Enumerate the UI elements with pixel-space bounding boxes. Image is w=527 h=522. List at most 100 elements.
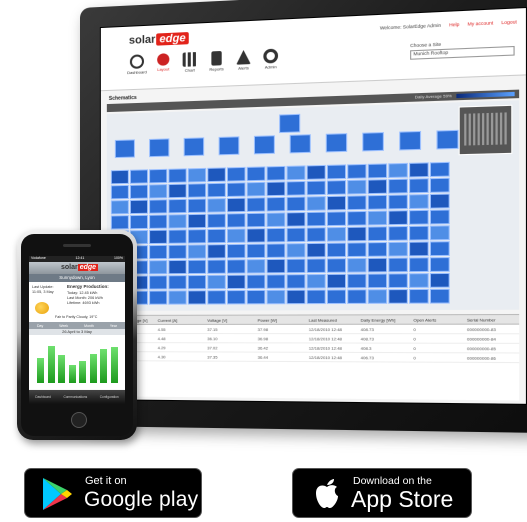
solar-panel-cell[interactable] xyxy=(246,197,266,213)
solar-panel-cell[interactable] xyxy=(246,166,266,182)
solar-panel-cell[interactable] xyxy=(187,198,207,214)
solar-panel-cell[interactable] xyxy=(149,214,168,229)
inverter[interactable] xyxy=(149,138,170,158)
solar-panel-cell[interactable] xyxy=(326,242,347,258)
inverter[interactable] xyxy=(399,130,422,151)
solar-panel-cell[interactable] xyxy=(149,184,168,199)
solar-panel-cell[interactable] xyxy=(286,227,306,243)
table-row[interactable]: 37.354.3037.3536.4412/18/2010 12:48406.7… xyxy=(106,352,520,364)
solar-panel-cell[interactable] xyxy=(367,210,388,226)
solar-panel-cell[interactable] xyxy=(409,241,429,257)
solar-panel-cell[interactable] xyxy=(246,259,266,274)
solar-panel-cell[interactable] xyxy=(149,290,168,305)
solar-panel-cell[interactable] xyxy=(429,209,450,225)
solar-panel-cell[interactable] xyxy=(347,195,367,211)
solar-panel-cell[interactable] xyxy=(409,273,429,288)
solar-panel-cell[interactable] xyxy=(168,214,187,229)
solar-panel-cell[interactable] xyxy=(266,258,286,274)
roof-thumbnail[interactable] xyxy=(458,104,513,156)
solar-panel-cell[interactable] xyxy=(226,228,246,244)
solar-panel-cell[interactable] xyxy=(226,243,246,259)
solar-panel-cell[interactable] xyxy=(149,244,168,260)
column-header[interactable]: Power [W] xyxy=(256,317,307,322)
tab-year[interactable]: Year xyxy=(110,324,117,328)
solar-panel-cell[interactable] xyxy=(286,180,306,196)
table-row[interactable]: 37.154.5537.1537.9812/18/2010 12:48408.7… xyxy=(106,324,520,335)
solar-panel-cell[interactable] xyxy=(326,289,347,305)
tab-communications[interactable]: Communications xyxy=(63,395,87,399)
solar-panel-cell[interactable] xyxy=(266,227,286,243)
logout-link[interactable]: Logout xyxy=(501,19,517,25)
solar-panel-cell[interactable] xyxy=(388,162,408,179)
solar-panel-cell[interactable] xyxy=(207,274,226,290)
solar-panel-cell[interactable] xyxy=(246,228,266,243)
solar-panel-cell[interactable] xyxy=(286,165,306,181)
solar-panel-cell[interactable] xyxy=(226,274,246,290)
solar-panel-cell[interactable] xyxy=(429,288,450,304)
solar-panel-cell[interactable] xyxy=(207,167,226,183)
solar-panel-cell[interactable] xyxy=(207,198,226,213)
solar-panel-cell[interactable] xyxy=(187,183,207,198)
solar-panel-cell[interactable] xyxy=(266,274,286,289)
solar-panel-cell[interactable] xyxy=(187,229,207,244)
solar-panel-cell[interactable] xyxy=(226,182,246,198)
solar-panel-cell[interactable] xyxy=(326,258,347,273)
solar-panel-cell[interactable] xyxy=(187,259,207,275)
tab-week[interactable]: Week xyxy=(59,324,68,328)
solar-panel-cell[interactable] xyxy=(388,289,408,304)
inverter[interactable] xyxy=(114,139,135,159)
solar-panel-cell[interactable] xyxy=(306,180,326,196)
tab-configuration[interactable]: Configuration xyxy=(100,395,119,399)
solar-panel-cell[interactable] xyxy=(246,212,266,228)
solar-panel-cell[interactable] xyxy=(347,273,367,289)
solar-panel-cell[interactable] xyxy=(326,180,347,195)
solar-panel-cell[interactable] xyxy=(367,257,388,273)
solar-panel-cell[interactable] xyxy=(226,197,246,213)
tab-day[interactable]: Day xyxy=(37,324,43,328)
solar-panel-cell[interactable] xyxy=(326,195,347,211)
solar-panel-cell[interactable] xyxy=(347,289,367,304)
solar-panel-cell[interactable] xyxy=(149,199,168,214)
nav-chart[interactable]: Chart xyxy=(180,52,200,73)
solar-panel-cell[interactable] xyxy=(266,196,286,212)
solar-panel-cell[interactable] xyxy=(306,273,326,289)
solar-panel-cell[interactable] xyxy=(266,243,286,258)
solar-panel-cell[interactable] xyxy=(207,213,226,229)
solar-panel-cell[interactable] xyxy=(306,289,326,305)
solar-panel-cell[interactable] xyxy=(367,273,388,289)
inverter[interactable] xyxy=(436,129,459,150)
solar-panel-cell[interactable] xyxy=(129,169,149,184)
solar-panel-cell[interactable] xyxy=(286,258,306,274)
solar-panel-cell[interactable] xyxy=(429,161,450,178)
solar-panel-cell[interactable] xyxy=(347,242,367,258)
solar-panel-cell[interactable] xyxy=(326,226,347,242)
solar-panel-cell[interactable] xyxy=(388,273,408,289)
solar-panel-cell[interactable] xyxy=(149,275,168,290)
solar-panel-cell[interactable] xyxy=(226,213,246,228)
nav-layout[interactable]: Layout xyxy=(153,53,173,74)
column-header[interactable]: Last Measured xyxy=(307,317,359,322)
solar-panel-cell[interactable] xyxy=(347,226,367,242)
solar-panel-cell[interactable] xyxy=(207,290,226,305)
solar-panel-cell[interactable] xyxy=(110,215,129,230)
solar-panel-cell[interactable] xyxy=(226,166,246,182)
solar-panel-cell[interactable] xyxy=(388,178,408,194)
solar-panel-cell[interactable] xyxy=(187,274,207,290)
solar-panel-cell[interactable] xyxy=(306,164,326,180)
solar-panel-cell[interactable] xyxy=(226,259,246,274)
help-link[interactable]: Help xyxy=(449,22,459,28)
inverter[interactable] xyxy=(253,135,275,155)
solar-panel-cell[interactable] xyxy=(388,241,408,257)
my-account-link[interactable]: My account xyxy=(467,20,493,26)
nav-reports[interactable]: Reports xyxy=(206,50,227,72)
google-play-badge[interactable]: Get it on Google play xyxy=(24,468,202,518)
solar-panel-cell[interactable] xyxy=(306,196,326,211)
solar-panel-cell[interactable] xyxy=(409,288,429,304)
solar-panel-cell[interactable] xyxy=(429,225,450,241)
solar-panel-cell[interactable] xyxy=(266,212,286,228)
solar-panel-cell[interactable] xyxy=(168,168,187,184)
solar-panel-cell[interactable] xyxy=(409,209,429,225)
tab-dashboard[interactable]: Dashboard xyxy=(35,395,51,399)
solar-panel-cell[interactable] xyxy=(429,177,450,193)
solar-panel-cell[interactable] xyxy=(367,194,388,210)
